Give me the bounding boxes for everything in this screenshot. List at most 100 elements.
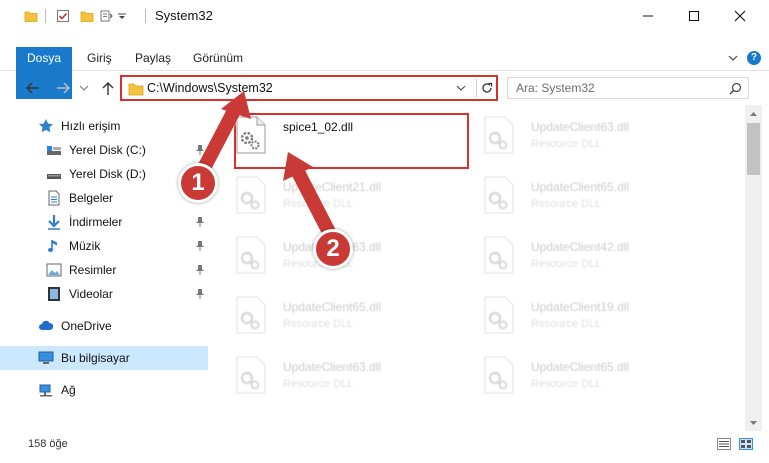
- chevron-down-icon: [79, 85, 89, 91]
- dll-file-icon: [236, 176, 266, 214]
- sidebar-item-label: Belgeler: [69, 191, 114, 205]
- forward-arrow-icon: [57, 82, 70, 94]
- sidebar-item-local-disk-c[interactable]: Yerel Disk (C:): [0, 138, 208, 162]
- address-bar[interactable]: C:\Windows\System32: [120, 75, 498, 101]
- sidebar-item-downloads[interactable]: İndirmeler: [0, 210, 208, 234]
- file-item[interactable]: UpdateClient65.dll Resource DLL: [466, 168, 696, 220]
- file-item[interactable]: UpdateClient42.dll Resource DLL: [466, 228, 696, 280]
- close-button[interactable]: [717, 0, 763, 32]
- sidebar-item-onedrive[interactable]: OneDrive: [0, 314, 208, 338]
- window-title: System32: [155, 8, 213, 23]
- back-button[interactable]: [24, 80, 42, 96]
- file-type: Resource DLL: [531, 258, 602, 270]
- step-1-badge: 1: [178, 163, 218, 203]
- dll-file-icon: [484, 296, 514, 334]
- sidebar-item-local-disk-d[interactable]: Yerel Disk (D:): [0, 162, 208, 186]
- dll-file-icon: [236, 236, 266, 274]
- details-view-icon[interactable]: [717, 438, 731, 450]
- sidebar-item-network[interactable]: Ağ: [0, 378, 208, 402]
- rename-icon[interactable]: [100, 9, 114, 23]
- sidebar-item-documents[interactable]: Belgeler: [0, 186, 208, 210]
- tab-share[interactable]: Paylaş: [125, 47, 181, 71]
- customize-dropdown-icon[interactable]: [117, 9, 127, 23]
- large-icons-view-icon[interactable]: [739, 438, 753, 450]
- tab-view[interactable]: Görünüm: [183, 47, 253, 71]
- close-icon: [734, 10, 746, 22]
- navigation-pane: Hızlı erişim Yerel Disk (C:) Yerel Disk …: [0, 110, 210, 430]
- separator: [476, 79, 477, 97]
- tab-home[interactable]: Giriş: [77, 47, 122, 71]
- file-name: UpdateClient65.dll: [531, 360, 630, 374]
- up-button[interactable]: [99, 80, 117, 96]
- sidebar-item-label: Resimler: [69, 263, 117, 277]
- file-name: UpdateClient63.dll: [283, 360, 382, 374]
- scroll-down-button[interactable]: [748, 417, 759, 428]
- folder-icon: [128, 83, 144, 96]
- maximize-button[interactable]: [671, 0, 717, 32]
- minimize-icon: [643, 15, 653, 17]
- expand-ribbon-chevron-icon[interactable]: [727, 52, 739, 64]
- file-item[interactable]: UpdateClient19.dll Resource DLL: [466, 288, 696, 340]
- file-name: UpdateClient65.dll: [283, 300, 382, 314]
- file-name: UpdateClient21.dll: [283, 180, 382, 194]
- pin-icon[interactable]: [195, 144, 205, 156]
- file-type: Resource DLL: [531, 138, 602, 150]
- scroll-thumb[interactable]: [747, 123, 760, 175]
- pin-icon[interactable]: [195, 216, 205, 228]
- star-icon: [39, 119, 53, 133]
- file-type: Resource DLL: [531, 198, 602, 210]
- refresh-icon[interactable]: [479, 80, 495, 96]
- ribbon-tabs: Dosya Giriş Paylaş Görünüm ?: [0, 47, 769, 99]
- file-type: Resource DLL: [283, 378, 354, 390]
- search-input[interactable]: Ara: System32: [507, 77, 749, 99]
- sidebar-item-label: Bu bilgisayar: [61, 351, 130, 365]
- vertical-scrollbar[interactable]: [745, 105, 762, 431]
- network-icon: [39, 384, 52, 397]
- file-name: UpdateClient19.dll: [531, 300, 630, 314]
- download-icon: [48, 215, 60, 230]
- minimize-button[interactable]: [625, 0, 671, 32]
- maximize-icon: [689, 11, 699, 21]
- title-bar: System32: [0, 0, 769, 32]
- pin-icon[interactable]: [195, 288, 205, 300]
- dll-file-icon: [236, 356, 266, 394]
- pictures-icon: [46, 263, 62, 277]
- file-item[interactable]: UpdateClient21.dll Resource DLL: [218, 168, 448, 220]
- folder-icon[interactable]: [24, 9, 38, 23]
- sidebar-item-pictures[interactable]: Resimler: [0, 258, 208, 282]
- properties-icon[interactable]: [56, 9, 70, 23]
- dll-file-icon: [484, 356, 514, 394]
- file-item[interactable]: UpdateClient65.dll Resource DLL: [466, 348, 696, 400]
- sidebar-item-label: OneDrive: [61, 319, 112, 333]
- scroll-up-button[interactable]: [748, 108, 759, 119]
- cloud-icon: [39, 320, 54, 330]
- chevron-down-icon: [750, 420, 757, 425]
- recent-locations-button[interactable]: [78, 80, 90, 96]
- address-dropdown-chevron-icon[interactable]: [456, 84, 466, 92]
- file-type: Resource DLL: [283, 198, 354, 210]
- file-item[interactable]: UpdateClient63.dll Resource DLL: [218, 348, 448, 400]
- file-item[interactable]: UpdateClient63.dll Resource DLL: [466, 108, 696, 160]
- pin-icon[interactable]: [195, 264, 205, 276]
- forward-button[interactable]: [54, 80, 72, 96]
- help-icon[interactable]: ?: [747, 51, 761, 65]
- drive-icon: [47, 146, 61, 155]
- sidebar-item-label: İndirmeler: [69, 215, 123, 229]
- computer-icon: [38, 351, 54, 364]
- sidebar-item-quick-access[interactable]: Hızlı erişim: [0, 114, 208, 138]
- sidebar-item-label: Yerel Disk (D:): [69, 167, 146, 181]
- sidebar-item-videos[interactable]: Videolar: [0, 282, 208, 306]
- search-placeholder: Ara: System32: [516, 81, 595, 95]
- sidebar-item-this-pc[interactable]: Bu bilgisayar: [0, 346, 208, 370]
- new-folder-icon[interactable]: [80, 9, 94, 23]
- up-arrow-icon: [102, 82, 114, 95]
- music-icon: [48, 240, 57, 252]
- pin-icon[interactable]: [195, 240, 205, 252]
- file-name: UpdateClient63.dll: [531, 120, 630, 134]
- sidebar-item-label: Hızlı erişim: [61, 119, 121, 133]
- file-item[interactable]: UpdateClient65.dll Resource DLL: [218, 288, 448, 340]
- dll-file-icon: [484, 176, 514, 214]
- separator: [45, 9, 46, 23]
- sidebar-item-music[interactable]: Müzik: [0, 234, 208, 258]
- file-name: UpdateClient42.dll: [531, 240, 630, 254]
